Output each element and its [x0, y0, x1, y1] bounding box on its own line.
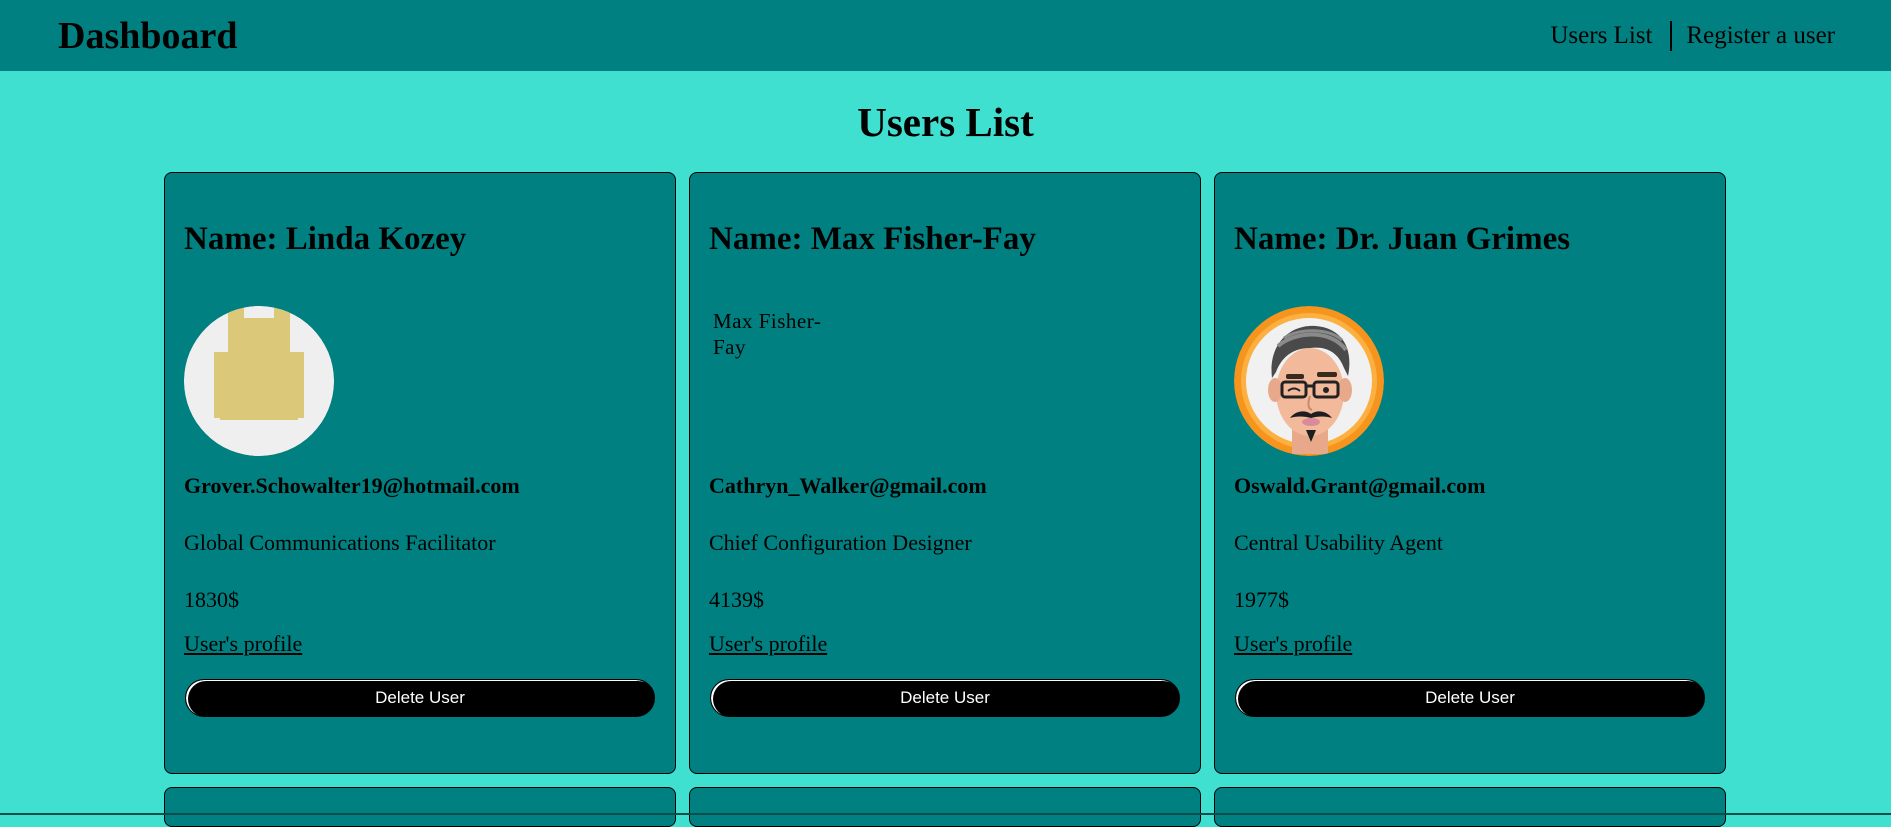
delete-user-button[interactable]: Delete User	[185, 679, 655, 717]
user-job-title: Global Communications Facilitator	[184, 530, 496, 555]
user-name: Name: Linda Kozey	[184, 221, 467, 257]
user-job-title: Chief Configuration Designer	[709, 530, 972, 555]
user-avatar	[184, 306, 334, 456]
nav-divider	[1670, 20, 1673, 51]
user-profile-link[interactable]: User's profile	[1234, 631, 1352, 657]
nav-link-users-list[interactable]: Users List	[1550, 22, 1652, 50]
abstract-avatar-icon	[184, 306, 334, 456]
user-salary: 1977$	[1234, 587, 1289, 612]
delete-user-button[interactable]: Delete User	[1235, 679, 1705, 717]
delete-user-button[interactable]: Delete User	[710, 679, 1180, 717]
user-card: Name: Max Fisher-Fay Max Fisher-Fay Cath…	[689, 172, 1201, 774]
user-card: Name: Dr. Juan Grimes Oswald.Grant@gmail…	[1214, 172, 1726, 774]
user-card: Name: Linda Kozey Grover.Schowalter19@ho…	[164, 172, 676, 774]
nav-link-register-user[interactable]: Register a user	[1686, 22, 1835, 50]
user-card	[1214, 787, 1726, 827]
user-avatar: Max Fisher-Fay	[709, 306, 859, 456]
nav-links: Users List Register a user	[1550, 20, 1835, 51]
user-salary: 1830$	[184, 587, 239, 612]
avatar-alt-text: Max Fisher-Fay	[713, 309, 822, 359]
user-card	[689, 787, 1201, 827]
top-navbar: Dashboard Users List Register a user	[0, 0, 1891, 71]
user-name: Name: Dr. Juan Grimes	[1234, 221, 1571, 257]
user-salary: 4139$	[709, 587, 764, 612]
user-job-title: Central Usability Agent	[1234, 530, 1443, 555]
user-email: Oswald.Grant@gmail.com	[1234, 473, 1486, 498]
user-name: Name: Max Fisher-Fay	[709, 221, 1036, 257]
user-email: Grover.Schowalter19@hotmail.com	[184, 473, 520, 498]
user-card	[164, 787, 676, 827]
page-title: Users List	[857, 99, 1034, 145]
user-profile-link[interactable]: User's profile	[184, 631, 302, 657]
user-email: Cathryn_Walker@gmail.com	[709, 473, 987, 498]
user-avatar	[1234, 306, 1384, 456]
brand-title: Dashboard	[58, 14, 238, 57]
user-profile-link[interactable]: User's profile	[709, 631, 827, 657]
user-cards-grid: Name: Linda Kozey Grover.Schowalter19@ho…	[164, 172, 1726, 827]
cartoon-man-avatar-icon	[1234, 306, 1384, 456]
